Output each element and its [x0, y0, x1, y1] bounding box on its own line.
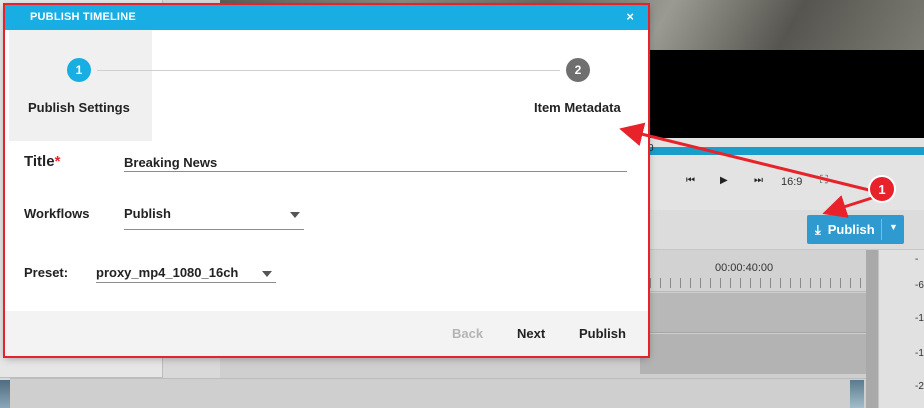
- workflows-select[interactable]: Publish: [124, 205, 304, 230]
- step-publish-settings[interactable]: [9, 30, 152, 141]
- meter-label: -: [915, 254, 919, 265]
- skip-back-icon[interactable]: ⏮: [686, 175, 695, 186]
- skip-forward-icon[interactable]: ⏭: [754, 175, 763, 186]
- step-1-label: Publish Settings: [28, 100, 130, 115]
- annotation-badge: 1: [870, 177, 894, 201]
- close-icon[interactable]: ×: [626, 9, 634, 24]
- title-label: Title*: [24, 153, 60, 170]
- preset-label: Preset:: [24, 265, 69, 280]
- next-button[interactable]: Next: [517, 326, 545, 341]
- meter-label: -6: [915, 280, 924, 291]
- fullscreen-icon[interactable]: ⛶: [820, 174, 828, 187]
- clip-thumbnail[interactable]: [0, 380, 10, 408]
- download-icon: ⤓: [815, 221, 821, 237]
- publish-button-divider: [881, 219, 882, 240]
- chevron-down-icon[interactable]: ▼: [889, 222, 898, 232]
- title-input[interactable]: [124, 152, 627, 172]
- preset-value: proxy_mp4_1080_16ch: [96, 265, 239, 280]
- meter-label: -1: [915, 348, 924, 359]
- step-2-indicator[interactable]: 2: [566, 58, 590, 82]
- required-marker: *: [54, 153, 61, 170]
- chevron-down-icon: [290, 212, 300, 218]
- stepper-connector: [97, 70, 560, 71]
- publish-button-label: Publish: [827, 222, 875, 237]
- publish-timeline-dialog: PUBLISH TIMELINE × 1 2 Publish Settings …: [3, 3, 650, 358]
- timeline-track[interactable]: [640, 293, 866, 333]
- bottom-track-area: [10, 378, 866, 408]
- chevron-down-icon: [262, 271, 272, 277]
- step-2-label[interactable]: Item Metadata: [534, 100, 621, 115]
- scrub-start-marker: 0: [648, 143, 654, 154]
- preset-select[interactable]: proxy_mp4_1080_16ch: [96, 264, 276, 283]
- clip-thumbnail[interactable]: [850, 380, 864, 408]
- aspect-ratio-toggle[interactable]: 16:9: [781, 176, 802, 188]
- dialog-header: PUBLISH TIMELINE ×: [5, 5, 648, 30]
- publish-submit-button[interactable]: Publish: [579, 326, 626, 341]
- play-icon[interactable]: ▶: [720, 175, 728, 186]
- timeline-track[interactable]: [640, 334, 866, 374]
- timeline-scrollbar[interactable]: [866, 250, 878, 408]
- meter-label: -2: [915, 381, 924, 392]
- dialog-title: PUBLISH TIMELINE: [30, 11, 136, 23]
- ruler-ticks: [640, 278, 866, 288]
- workflows-value: Publish: [124, 206, 171, 221]
- back-button[interactable]: Back: [452, 326, 483, 341]
- step-1-indicator[interactable]: 1: [67, 58, 91, 82]
- meter-label: -1: [915, 313, 924, 324]
- title-label-text: Title: [24, 153, 55, 170]
- scrub-bar[interactable]: [640, 147, 924, 155]
- workflows-label: Workflows: [24, 206, 90, 221]
- publish-button[interactable]: ⤓ Publish ▼: [807, 215, 904, 244]
- dialog-footer: Back Next Publish: [5, 311, 648, 356]
- ruler-timecode: 00:00:40:00: [715, 262, 774, 274]
